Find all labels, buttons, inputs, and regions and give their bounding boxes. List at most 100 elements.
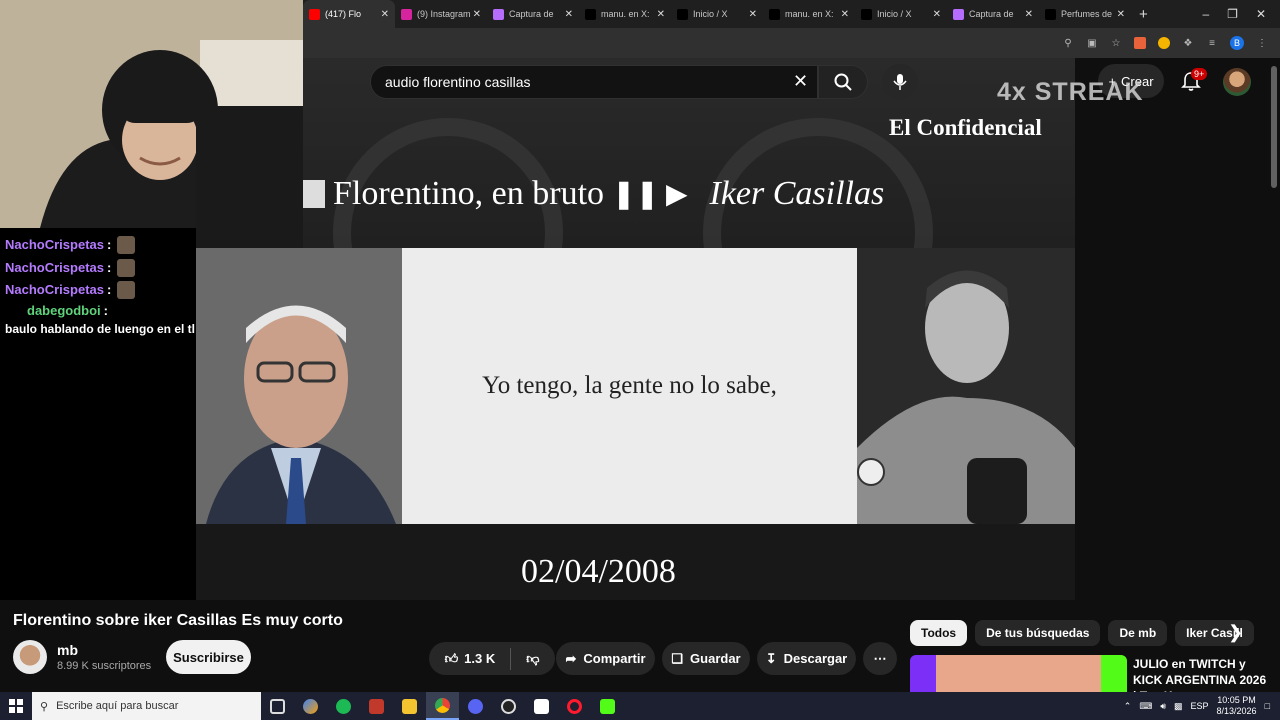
pause-play-icon: ❚❚ ▶ (612, 179, 688, 210)
windows-taskbar: ⚲ Escribe aquí para buscar ⌃ ⌨ 🔊︎ ▩ ESP … (0, 692, 1280, 720)
voice-search-button[interactable] (882, 64, 918, 100)
video-brand-logo: El Confidencial (889, 115, 1042, 140)
clock-date: 8/13/2026 (1216, 706, 1257, 716)
close-tab-icon[interactable]: ✕ (933, 9, 941, 20)
clear-search-icon[interactable]: ✕ (793, 71, 808, 91)
windows-logo-icon (9, 699, 23, 713)
browser-tab[interactable]: Captura de ✕ (947, 0, 1039, 28)
download-button[interactable]: ↧ Descargar (757, 642, 856, 675)
chat-username[interactable]: NachoCrispetas (5, 257, 104, 280)
page-scrollbar[interactable] (1271, 66, 1277, 188)
network-icon[interactable]: ▩ (1174, 701, 1183, 712)
close-tab-icon[interactable]: ✕ (381, 9, 389, 20)
browser-tab[interactable]: (417) Flo ✕ (303, 0, 395, 28)
chevron-up-icon[interactable]: ⌃ (1124, 701, 1132, 712)
chip-de-tus-busquedas[interactable]: De tus búsquedas (975, 620, 1101, 646)
tab-label: Captura de (509, 9, 554, 19)
taskbar-clock[interactable]: 10:05 PM 8/13/2026 (1217, 695, 1257, 717)
casillas-photo (857, 248, 1075, 524)
windows-start-button[interactable] (0, 692, 32, 720)
close-tab-icon[interactable]: ✕ (473, 9, 481, 20)
browser-tab[interactable]: Inicio / X ✕ (671, 0, 763, 28)
browser-tab[interactable]: Perfumes de ✕ (1039, 0, 1131, 28)
close-tab-icon[interactable]: ✕ (749, 9, 757, 20)
browser-tab[interactable]: manu. en X: ✕ (763, 0, 855, 28)
browser-tab[interactable]: Inicio / X ✕ (855, 0, 947, 28)
chrome-icon[interactable] (426, 692, 459, 720)
browser-menu-icon[interactable]: ⋮ (1256, 37, 1268, 49)
taskbar-search-placeholder: Escribe aquí para buscar (56, 700, 179, 712)
notifications-badge: 9+ (1191, 68, 1208, 80)
copilot-icon[interactable] (294, 692, 327, 720)
screen: NachoCrispetas: NachoCrispetas: NachoCri… (0, 0, 1280, 720)
search-input[interactable]: audio florentino casillas (370, 65, 818, 99)
close-tab-icon[interactable]: ✕ (1025, 9, 1033, 20)
obs-icon[interactable] (492, 692, 525, 720)
language-indicator[interactable]: ESP (1191, 701, 1209, 711)
save-button[interactable]: ❑ Guardar (662, 642, 750, 675)
extension-icon[interactable] (1134, 37, 1146, 49)
browser-profile-avatar[interactable]: B (1230, 36, 1244, 50)
new-tab-icon[interactable]: + (1139, 6, 1148, 23)
search-icon: ⚲ (40, 700, 49, 713)
search-icon (834, 73, 852, 91)
youtube-icon (309, 8, 320, 20)
capcut-icon[interactable] (525, 692, 558, 720)
browser-tab[interactable]: Captura de ✕ (487, 0, 579, 28)
share-label: Compartir (583, 651, 646, 666)
task-view-icon[interactable] (261, 692, 294, 720)
minimize-icon[interactable]: – (1202, 7, 1209, 21)
extensions-puzzle-icon[interactable]: ❖ (1182, 37, 1194, 49)
search-button[interactable] (818, 65, 868, 99)
x-icon (585, 8, 596, 20)
more-dots-icon: ⋯ (873, 650, 887, 666)
share-arrow-icon: ➦ (565, 650, 577, 666)
volume-icon[interactable]: 🔊︎ (1160, 701, 1166, 712)
notifications-icon[interactable]: □ (1265, 701, 1270, 711)
reading-list-icon[interactable]: ≡ (1206, 37, 1218, 49)
voicemeeter-icon[interactable] (360, 692, 393, 720)
channel-avatar[interactable] (13, 640, 47, 674)
bookmark-star-icon[interactable]: ☆ (1110, 37, 1122, 49)
close-window-icon[interactable]: ✕ (1256, 7, 1266, 21)
chevron-right-icon[interactable]: ❯ (1228, 622, 1243, 643)
thumbs-down-icon: 👎︎ (526, 650, 540, 666)
browser-tab[interactable]: manu. en X: ✕ (579, 0, 671, 28)
video-title-overlay: Florentino, en bruto ❚❚ ▶ Iker Casillas (303, 175, 884, 213)
zoom-icon[interactable]: ⚲ (1062, 37, 1074, 49)
maximize-icon[interactable]: ❐ (1227, 7, 1238, 21)
subscribe-button[interactable]: Suscribirse (166, 640, 251, 674)
like-button[interactable]: 👍︎ 1.3 K (445, 651, 496, 667)
opera-icon[interactable] (558, 692, 591, 720)
tab-label: Inicio / X (693, 9, 728, 19)
bookmark-icon: ❑ (671, 650, 684, 666)
screenshot-icon[interactable]: ▣ (1086, 37, 1098, 49)
channel-name[interactable]: mb (57, 642, 78, 658)
chat-username[interactable]: NachoCrispetas (5, 234, 104, 257)
keyboard-icon[interactable]: ⌨ (1139, 701, 1152, 712)
save-label: Guardar (690, 651, 741, 666)
share-button[interactable]: ➦ Compartir (556, 642, 655, 675)
recommended-thumbnail[interactable] (910, 655, 1127, 693)
extension-icon[interactable] (1158, 37, 1170, 49)
more-actions-button[interactable]: ⋯ (863, 642, 897, 675)
stream-streak-overlay: 4x STREAK (997, 78, 1144, 106)
discord-icon[interactable] (459, 692, 492, 720)
close-tab-icon[interactable]: ✕ (565, 9, 573, 20)
close-tab-icon[interactable]: ✕ (1117, 9, 1125, 20)
close-tab-icon[interactable]: ✕ (657, 9, 665, 20)
chat-username[interactable]: NachoCrispetas (5, 279, 104, 302)
dislike-button[interactable]: 👎︎ (526, 651, 539, 667)
chat-username[interactable]: dabegodboi (27, 302, 101, 320)
browser-tab[interactable]: (9) Instagram ✕ (395, 0, 487, 28)
chip-todos[interactable]: Todos (910, 620, 968, 646)
user-avatar[interactable] (1223, 68, 1251, 96)
taskbar-search[interactable]: ⚲ Escribe aquí para buscar (32, 692, 261, 720)
file-explorer-icon[interactable] (393, 692, 426, 720)
close-tab-icon[interactable]: ✕ (841, 9, 849, 20)
kick-icon[interactable] (591, 692, 624, 720)
spotify-icon[interactable] (327, 692, 360, 720)
chip-de-mb[interactable]: De mb (1108, 620, 1168, 646)
video-heading: Florentino, en bruto (333, 175, 605, 212)
x-icon (677, 8, 688, 20)
